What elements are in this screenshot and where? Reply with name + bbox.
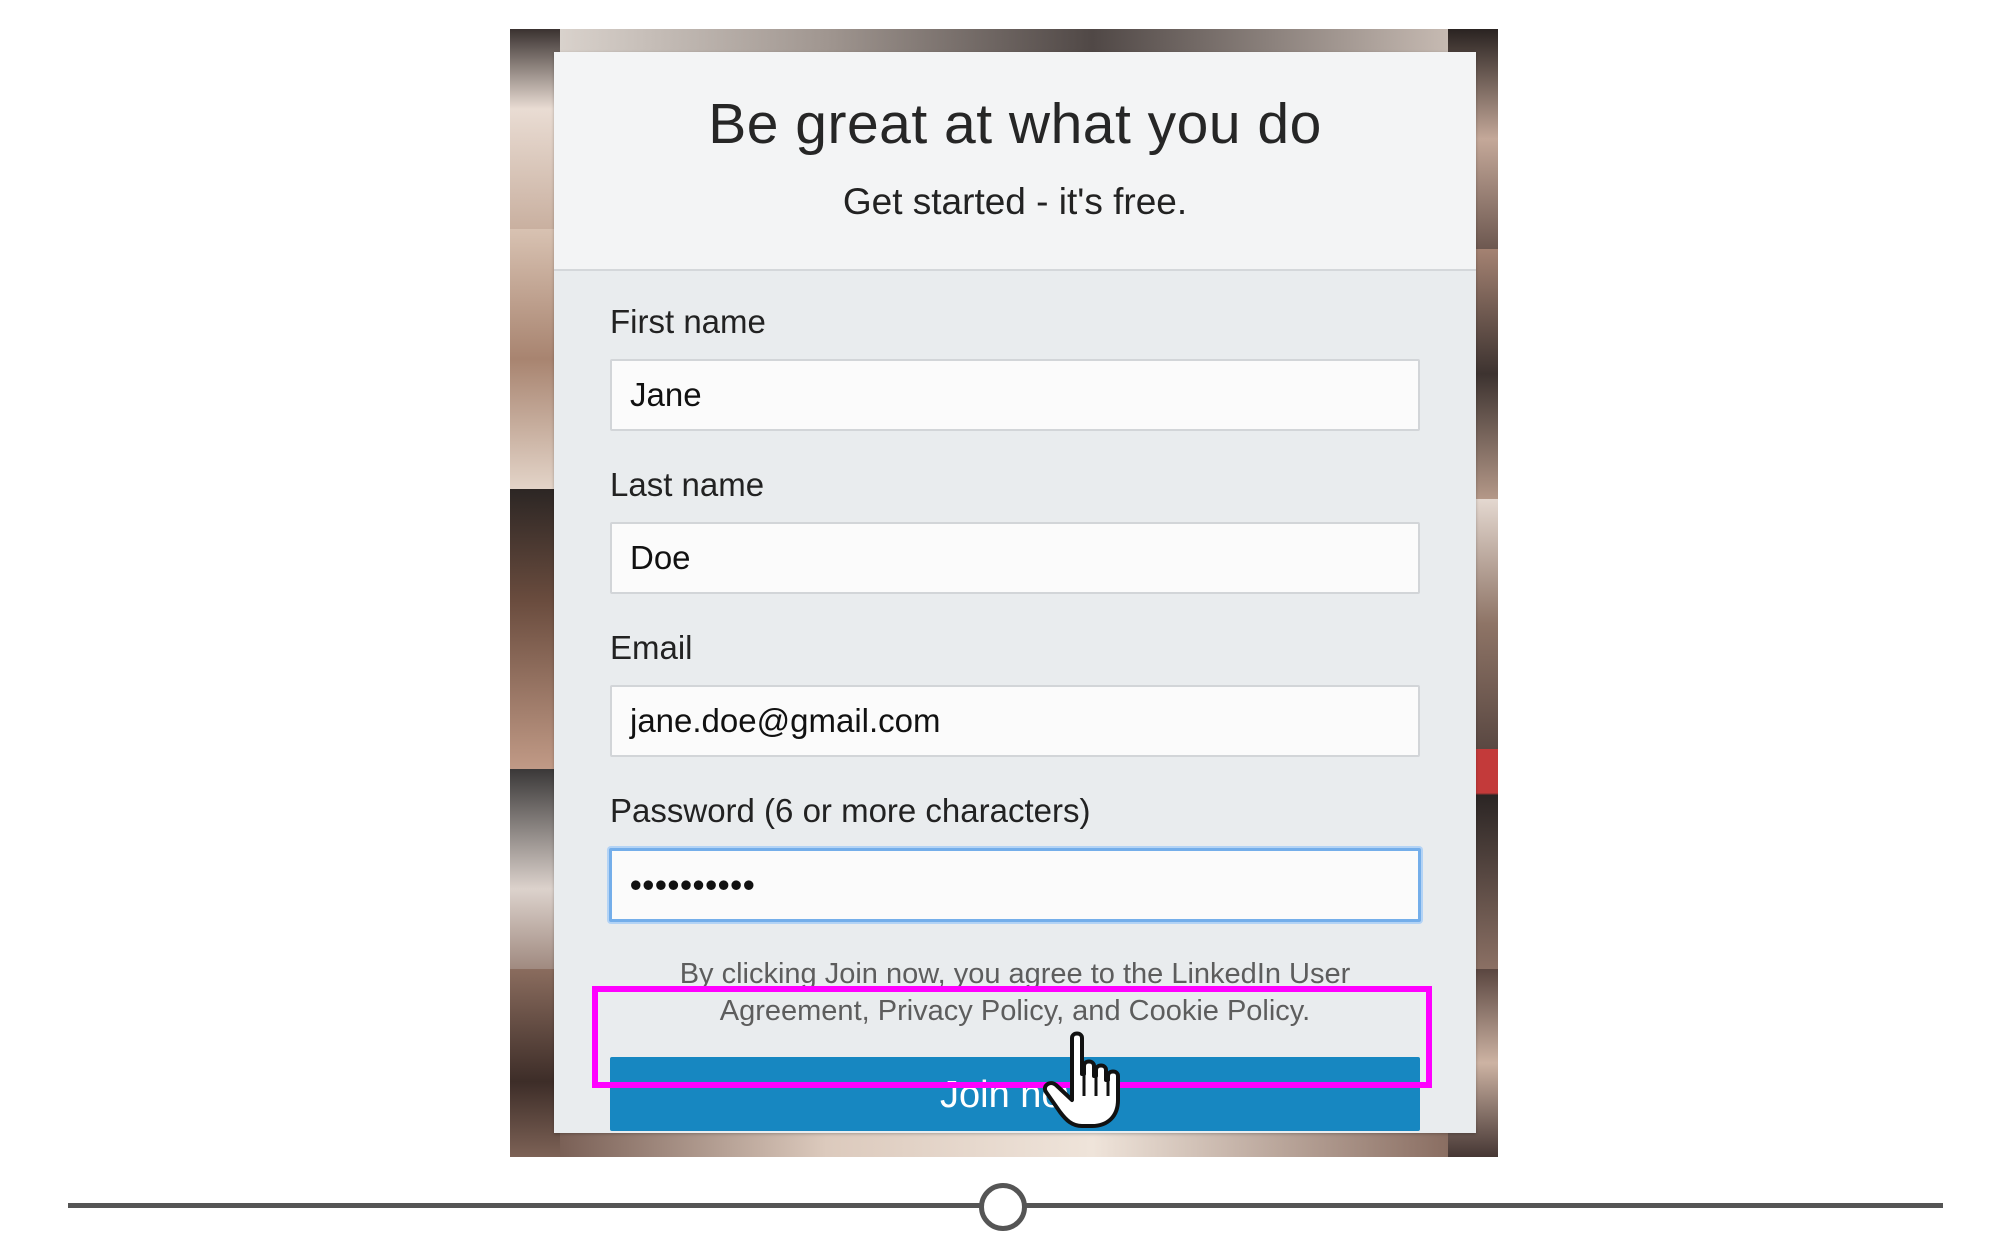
join-now-button[interactable]: Join now	[610, 1057, 1420, 1131]
page-title: Be great at what you do	[708, 92, 1322, 156]
background-photo-tile	[510, 969, 560, 1157]
signup-form: First name Jane Last name Doe Email jane…	[609, 302, 1421, 956]
timeline-slider-thumb[interactable]	[979, 1183, 1027, 1231]
page-subtitle: Get started - it's free.	[842, 181, 1188, 223]
first-name-input[interactable]: Jane	[610, 359, 1420, 431]
screenshot-stage: Be great at what you do Get started - it…	[0, 0, 2000, 1250]
email-label: Email	[610, 629, 693, 666]
legal-agreement-text: By clicking Join now, you agree to the L…	[610, 956, 1420, 1030]
last-name-label: Last name	[610, 466, 765, 503]
agreement-line-1: By clicking Join now, you agree to the L…	[679, 958, 1351, 990]
first-name-label: First name	[610, 303, 766, 340]
background-photo-tile	[510, 769, 560, 969]
last-name-input[interactable]: Doe	[610, 522, 1420, 594]
hand-pointer-icon	[1043, 1031, 1120, 1128]
background-photo-tile	[560, 29, 1448, 53]
email-input[interactable]: jane.doe@gmail.com	[610, 685, 1420, 757]
signup-card: Be great at what you do Get started - it…	[554, 52, 1476, 1133]
agreement-line-2: Agreement, Privacy Policy, and Cookie Po…	[719, 995, 1311, 1027]
background-photo-tile	[510, 229, 560, 489]
password-input[interactable]: ••••••••••	[609, 848, 1421, 922]
background-photo-tile	[510, 489, 560, 769]
password-label: Password (6 or more characters)	[610, 792, 1091, 829]
background-photo-tile	[560, 1133, 1448, 1157]
background-photo-tile	[510, 29, 560, 229]
card-header: Be great at what you do Get started - it…	[554, 52, 1476, 271]
